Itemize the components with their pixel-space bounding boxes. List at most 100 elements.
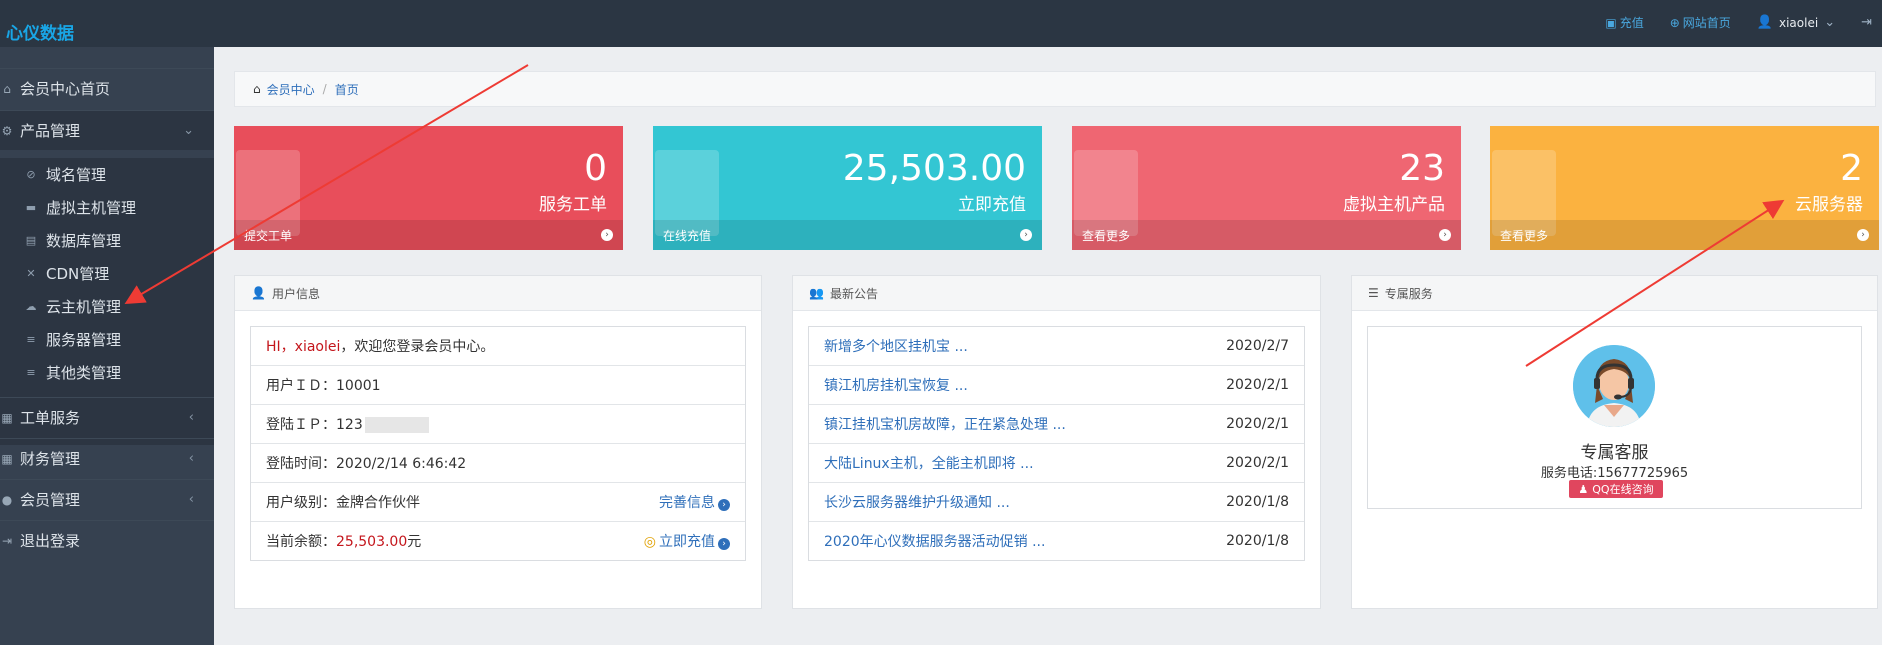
sidebar-subitem-label: 数据库管理 (46, 232, 122, 250)
login-ip-text: 登陆ＩＰ：123 (266, 414, 429, 434)
database-icon: ▤ (25, 234, 37, 247)
sidebar-item-member-home[interactable]: ⌂ 会员中心首页 (0, 68, 214, 108)
balance-value: 25,503.00 (336, 534, 408, 550)
users-icon: 👥 (809, 286, 824, 300)
sidebar-item-finance[interactable]: ▦ 财务管理 ‹ (0, 438, 214, 478)
top-links: ▣ 充值 ⊕ 网站首页 👤 xiaolei ⌄ ⇥ (1605, 14, 1872, 31)
server-icon: ▬ (25, 201, 37, 214)
announcement-item[interactable]: 2020年心仪数据服务器活动促销 ... 2020/1/8 (809, 521, 1304, 560)
user-menu[interactable]: 👤 xiaolei ⌄ (1757, 15, 1835, 30)
announcement-date: 2020/1/8 (1226, 494, 1289, 510)
user-icon: 👤 (251, 286, 266, 300)
user-level-text: 用户级别：金牌合作伙伴 (266, 492, 420, 512)
breadcrumb-root[interactable]: 会员中心 (267, 81, 315, 98)
sidebar-subitem-label: 其他类管理 (46, 364, 122, 382)
logout-icon: ⇥ (1861, 15, 1872, 30)
stat-card-virtual-host[interactable]: 23 虚拟主机产品 查看更多 › (1072, 126, 1461, 250)
user-info-list: HI，xiaolei，欢迎您登录会员中心。 用户ＩＤ：10001 登陆ＩＰ：12… (250, 326, 746, 561)
recharge-link[interactable]: ▣ 充值 (1605, 14, 1643, 31)
stat-number: 25,503.00 (842, 148, 1026, 189)
announcement-item[interactable]: 镇江机房挂机宝恢复 ... 2020/2/1 (809, 365, 1304, 404)
stat-footer-link[interactable]: 查看更多 › (1072, 220, 1461, 250)
announcement-date: 2020/1/8 (1226, 533, 1289, 549)
logout-icon: ⇥ (1, 533, 13, 548)
sidebar-subitem-label: 虚拟主机管理 (46, 199, 137, 217)
stat-number: 2 (1840, 148, 1863, 189)
announcement-title[interactable]: 镇江机房挂机宝恢复 ... (824, 375, 968, 395)
brand-logo[interactable]: 心仪数据 (6, 19, 74, 44)
greeting-suffix: ，欢迎您登录会员中心。 (340, 339, 495, 355)
sidebar-item-label: 退出登录 (20, 532, 81, 550)
announcement-item[interactable]: 长沙云服务器维护升级通知 ... 2020/1/8 (809, 482, 1304, 521)
service-phone: 服务电话:15677725965 (1540, 466, 1689, 481)
qq-consult-button[interactable]: ♟ QQ在线咨询 (1569, 480, 1663, 498)
sidebar-item-product-management[interactable]: ⚙ 产品管理 ⌄ (0, 110, 214, 150)
service-title: 专属客服 (1580, 443, 1649, 463)
ip-redaction (364, 417, 429, 433)
panel-header: 👤 用户信息 (235, 276, 761, 311)
chevron-left-icon: ‹ (188, 492, 194, 507)
breadcrumb-current[interactable]: 首页 (335, 81, 359, 98)
arrow-circle-right-icon: › (1857, 229, 1869, 241)
login-time-label: 登陆时间： (266, 456, 336, 472)
sidebar-subitem-virtual-host[interactable]: ▬ 虚拟主机管理 (0, 191, 214, 224)
sidebar-item-member-management[interactable]: ● 会员管理 ‹ (0, 479, 214, 519)
sidebar-subitem-domain[interactable]: ⊘ 域名管理 (0, 158, 214, 191)
recharge-now-link[interactable]: ◎ 立即充值 › (644, 531, 730, 551)
sidebar-subitem-other[interactable]: ≡ 其他类管理 (0, 356, 214, 389)
sidebar-subitem-cloud-host[interactable]: ☁ 云主机管理 (0, 290, 214, 323)
stat-footer-label: 查看更多 (1082, 228, 1131, 243)
announcement-date: 2020/2/1 (1226, 377, 1289, 393)
cloud-icon: ☁ (25, 300, 37, 313)
ticket-icon: ▦ (1, 410, 13, 425)
stat-footer-link[interactable]: 提交工单 › (234, 220, 623, 250)
globe-icon: ⊕ (1669, 15, 1680, 30)
qq-consult-label: QQ在线咨询 (1592, 483, 1654, 496)
user-id-value: 10001 (336, 378, 381, 394)
login-time-value: 2020/2/14 6:46:42 (336, 456, 467, 472)
sidebar-item-logout[interactable]: ⇥ 退出登录 (0, 520, 214, 560)
stat-footer-link[interactable]: 在线充值 › (653, 220, 1042, 250)
announcements-panel: 👥 最新公告 新增多个地区挂机宝 ... 2020/2/7 镇江机房挂机宝恢复 .… (792, 275, 1321, 609)
breadcrumb: ⌂ 会员中心 / 首页 (234, 71, 1876, 107)
sidebar: ⌂ 会员中心首页 ⚙ 产品管理 ⌄ ⊘ 域名管理 ▬ 虚拟主机管理 ▤ 数据库管… (0, 47, 214, 645)
balance-text: 当前余额：25,503.00元 (266, 531, 421, 551)
stat-footer-label: 查看更多 (1500, 228, 1549, 243)
service-card: 专属客服 服务电话:15677725965 ♟ QQ在线咨询 (1367, 326, 1862, 509)
sidebar-item-label: 会员管理 (20, 491, 81, 509)
announcement-item[interactable]: 新增多个地区挂机宝 ... 2020/2/7 (809, 327, 1304, 365)
sidebar-subitem-server[interactable]: ≡ 服务器管理 (0, 323, 214, 356)
panel-header: 👥 最新公告 (793, 276, 1320, 311)
breadcrumb-separator: / (322, 82, 327, 96)
sidebar-item-label: 会员中心首页 (20, 80, 111, 98)
announcement-title[interactable]: 2020年心仪数据服务器活动促销 ... (824, 531, 1045, 551)
logout-button[interactable]: ⇥ (1861, 15, 1872, 30)
announcement-title[interactable]: 长沙云服务器维护升级通知 ... (824, 492, 1010, 512)
sidebar-item-label: 产品管理 (20, 122, 81, 140)
login-ip-row: 登陆ＩＰ：123 (251, 404, 745, 443)
list-icon: ≡ (26, 366, 36, 379)
complete-info-link[interactable]: 完善信息 › (659, 492, 730, 512)
exclusive-service-panel: ☰ 专属服务 专属客服 服务电话:15677725965 ♟ QQ在线咨询 (1351, 275, 1878, 609)
announcement-title[interactable]: 新增多个地区挂机宝 ... (824, 336, 968, 356)
greeting-username: xiaolei (294, 339, 341, 355)
announcement-date: 2020/2/7 (1226, 338, 1289, 354)
greeting-prefix: HI， (266, 339, 295, 355)
sidebar-item-ticket-service[interactable]: ▦ 工单服务 ‹ (0, 397, 214, 437)
stat-footer-label: 提交工单 (244, 228, 293, 243)
sidebar-subitem-database[interactable]: ▤ 数据库管理 (0, 224, 214, 257)
announcement-title[interactable]: 镇江挂机宝机房故障，正在紧急处理 ... (824, 414, 1066, 434)
sidebar-item-label: 财务管理 (20, 450, 81, 468)
sidebar-subitem-cdn[interactable]: ✕ CDN管理 (0, 257, 214, 290)
user-info-panel: 👤 用户信息 HI，xiaolei，欢迎您登录会员中心。 用户ＩＤ：10001 … (234, 275, 762, 609)
announcement-item[interactable]: 镇江挂机宝机房故障，正在紧急处理 ... 2020/2/1 (809, 404, 1304, 443)
stat-footer-link[interactable]: 查看更多 › (1490, 220, 1879, 250)
website-home-link[interactable]: ⊕ 网站首页 (1670, 14, 1731, 31)
stat-label: 虚拟主机产品 (1343, 195, 1445, 215)
announcement-item[interactable]: 大陆Linux主机，全能主机即将 ... 2020/2/1 (809, 443, 1304, 482)
stat-card-recharge[interactable]: 25,503.00 立即充值 在线充值 › (653, 126, 1042, 250)
stat-card-tickets[interactable]: 0 服务工单 提交工单 › (234, 126, 623, 250)
recharge-link-label: 充值 (1619, 16, 1644, 30)
stat-card-cloud-server[interactable]: 2 云服务器 查看更多 › (1490, 126, 1879, 250)
announcement-title[interactable]: 大陆Linux主机，全能主机即将 ... (824, 453, 1034, 473)
